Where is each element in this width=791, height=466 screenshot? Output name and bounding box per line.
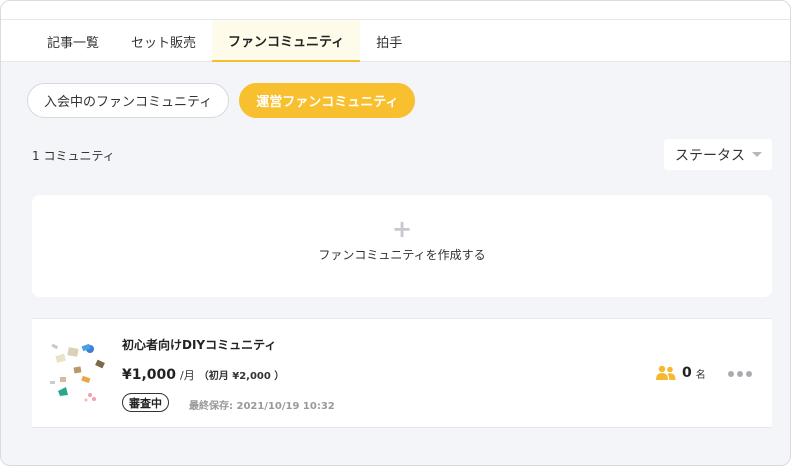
tab-set-sales[interactable]: セット販売 (115, 20, 212, 62)
initial-month-price: （初月 ¥2,000 ） (198, 371, 285, 382)
top-strip (1, 1, 790, 19)
people-icon (656, 365, 676, 380)
last-saved-timestamp: 最終保存: 2021/10/19 10:32 (189, 401, 335, 412)
status-badge: 審査中 (122, 393, 169, 412)
price-row: ¥1,000 /月 （初月 ¥2,000 ） (122, 367, 284, 383)
tab-fan-community[interactable]: ファンコミュニティ (212, 20, 361, 62)
member-count: 0 名 (656, 365, 706, 381)
monthly-price: ¥1,000 (122, 367, 177, 383)
member-count-value: 0 (682, 365, 692, 381)
tab-applause[interactable]: 拍手 (360, 20, 418, 62)
filter-pills: 入会中のファンコミュニティ 運営ファンコミュニティ (27, 83, 416, 118)
more-dot (728, 371, 734, 377)
community-count: 1 コミュニティ (32, 149, 115, 163)
managed-communities-button[interactable]: 運営ファンコミュニティ (239, 83, 416, 118)
tab-bar: 記事一覧 セット販売 ファンコミュニティ 拍手 (1, 19, 790, 62)
create-community-card[interactable]: + ファンコミュニティを作成する (32, 195, 772, 297)
more-dot (737, 371, 743, 377)
plus-icon: + (391, 215, 413, 243)
community-thumbnail (46, 333, 112, 413)
community-title[interactable]: 初心者向けDIYコミュニティ (122, 336, 276, 353)
more-horizontal-icon[interactable] (728, 371, 752, 377)
more-dot (746, 371, 752, 377)
caret-down-icon (752, 152, 762, 157)
status-dropdown[interactable]: ステータス (664, 139, 772, 170)
status-dropdown-label: ステータス (675, 147, 745, 164)
price-period: /月 (180, 369, 195, 382)
member-count-unit: 名 (695, 369, 706, 381)
create-community-label: ファンコミュニティを作成する (318, 248, 486, 262)
joined-communities-button[interactable]: 入会中のファンコミュニティ (27, 83, 230, 118)
tab-articles[interactable]: 記事一覧 (31, 20, 115, 62)
app-frame: 記事一覧 セット販売 ファンコミュニティ 拍手 入会中のファンコミュニティ 運営… (0, 0, 791, 466)
community-card[interactable]: 初心者向けDIYコミュニティ ¥1,000 /月 （初月 ¥2,000 ） 審査… (32, 318, 772, 428)
